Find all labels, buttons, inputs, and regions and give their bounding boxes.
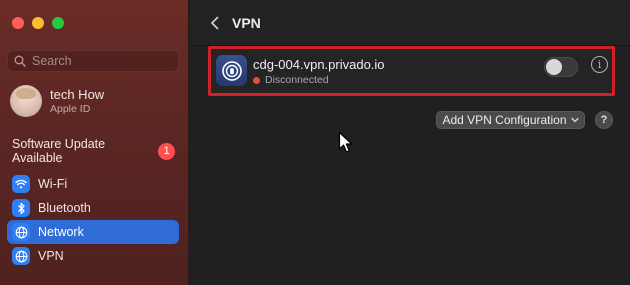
sidebar-item-label: Network [38,225,84,239]
add-vpn-configuration-button[interactable]: Add VPN Configuration [436,111,585,129]
vpn-toggle[interactable] [544,57,578,77]
titlebar: VPN [190,0,630,46]
vpn-status: Disconnected [253,74,329,86]
apple-id-account[interactable]: tech How Apple ID [10,85,104,117]
vpn-app-icon [216,55,247,86]
vpn-status-label: Disconnected [265,74,329,86]
toggle-knob [546,59,562,75]
sidebar-item-wifi[interactable]: Wi-Fi [7,172,179,196]
vpn-connection-row[interactable]: cdg-004.vpn.privado.io Disconnected i [208,46,615,96]
avatar [10,85,42,117]
page-title: VPN [232,15,261,31]
sidebar-item-bluetooth[interactable]: Bluetooth [7,196,179,220]
chevron-down-icon [570,117,579,123]
minimize-window-button[interactable] [32,17,44,29]
account-name: tech How [50,87,105,102]
add-vpn-label: Add VPN Configuration [442,113,567,127]
search-field[interactable] [7,50,179,72]
account-subtitle: Apple ID [50,103,91,115]
sidebar-item-label: VPN [38,249,64,263]
close-window-button[interactable] [12,17,24,29]
software-update-item[interactable]: Software Update Available 1 [12,137,175,165]
sidebar-item-vpn[interactable]: VPN [7,244,179,268]
software-update-label: Software Update Available [12,137,106,165]
window-controls [12,17,64,29]
main-panel: VPN cdg-004.vpn.privado.io Disconnected … [190,0,630,285]
wifi-icon [12,175,30,193]
search-input[interactable] [32,54,172,68]
update-badge: 1 [158,142,175,160]
bluetooth-icon [12,199,30,217]
sidebar-item-network[interactable]: Network [7,220,179,244]
globe-icon [12,247,30,265]
zoom-window-button[interactable] [52,17,64,29]
help-button[interactable]: ? [595,111,613,129]
globe-icon [12,223,30,241]
chevron-left-icon [211,16,219,30]
sidebar-item-label: Wi-Fi [38,177,68,191]
vpn-server-name: cdg-004.vpn.privado.io [253,57,385,72]
back-button[interactable] [206,14,224,32]
sidebar-item-label: Bluetooth [38,201,91,215]
info-icon[interactable]: i [591,56,608,73]
status-dot [253,76,260,84]
mouse-cursor-icon [338,131,353,153]
search-icon [14,55,26,67]
sidebar: tech How Apple ID Software Update Availa… [0,0,189,285]
